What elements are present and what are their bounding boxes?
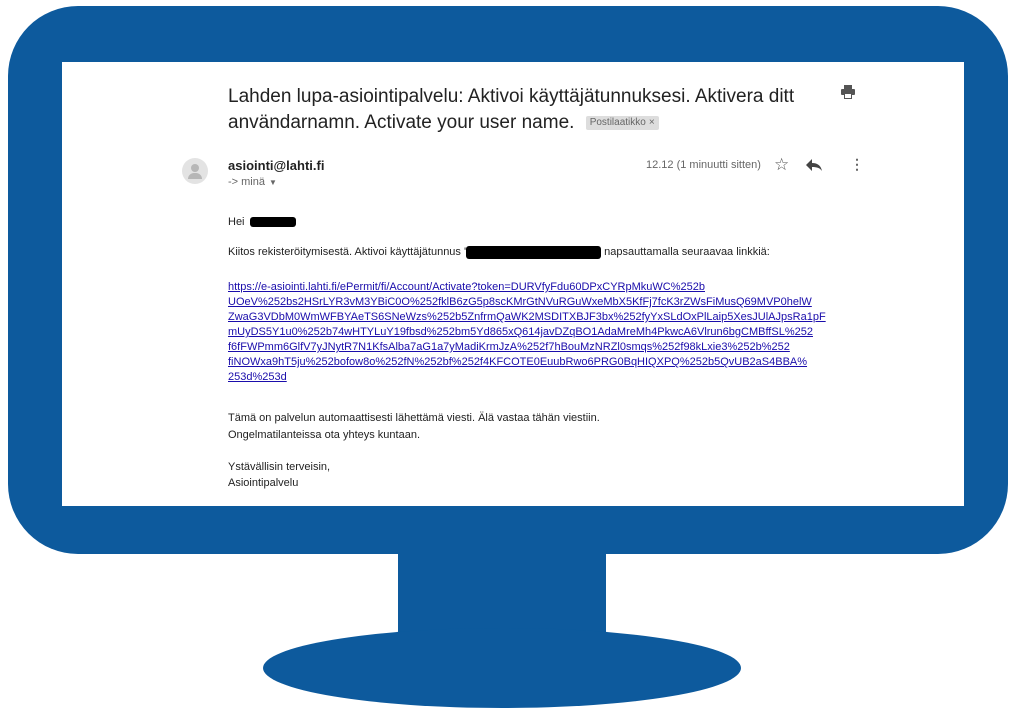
signature: Asiointipalvelu xyxy=(228,477,299,489)
recipient-text: -> minä xyxy=(228,176,265,188)
label-badge[interactable]: Postilaatikko × xyxy=(585,115,659,130)
avatar-head xyxy=(191,164,199,172)
redacted-name xyxy=(249,217,296,228)
link-line[interactable]: ZwaG3VDbM0WmWFBYAeTS6SNeWzs%252b5ZnfrmQa… xyxy=(228,310,840,325)
activation-link[interactable]: https://e-asiointi.lahti.fi/ePermit/fi/A… xyxy=(228,280,840,385)
monitor-frame: Lahden lupa-asiointipalvelu: Aktivoi käy… xyxy=(8,6,1008,554)
thanks-prefix: Kiitos rekisteröitymisestä. Aktivoi käyt… xyxy=(228,246,467,258)
recipient-dropdown[interactable]: -> minä ▼ xyxy=(228,176,277,188)
more-vertical-icon[interactable]: ⋮ xyxy=(850,157,864,171)
link-line[interactable]: https://e-asiointi.lahti.fi/ePermit/fi/A… xyxy=(228,280,840,295)
star-icon[interactable]: ☆ xyxy=(774,156,789,174)
sender-avatar-icon xyxy=(182,158,208,184)
monitor-base xyxy=(263,628,741,708)
thanks-line: Kiitos rekisteröitymisestä. Aktivoi käyt… xyxy=(228,245,770,260)
contact-line: Ongelmatilanteissa ota yhteys kuntaan. xyxy=(228,429,421,441)
thanks-suffix: napsauttamalla seuraavaa linkkiä: xyxy=(601,246,770,258)
greeting-line: Hei xyxy=(228,215,296,230)
auto-message-line: Tämä on palvelun automaattisesti lähettä… xyxy=(228,412,600,424)
link-line[interactable]: 253d%253d xyxy=(228,370,840,385)
label-badge-close-icon[interactable]: × xyxy=(649,117,655,128)
redacted-username xyxy=(466,245,602,259)
link-line[interactable]: UOeV%252bs2HSrLYR3vM3YBiC0O%252fklB6zG5p… xyxy=(228,295,840,310)
avatar-body xyxy=(188,173,202,179)
email-subject: Lahden lupa-asiointipalvelu: Aktivoi käy… xyxy=(228,84,818,136)
printer-icon[interactable] xyxy=(840,84,856,100)
greeting-text: Hei xyxy=(228,216,245,228)
email-screen: Lahden lupa-asiointipalvelu: Aktivoi käy… xyxy=(62,62,964,506)
label-badge-text: Postilaatikko xyxy=(589,116,646,128)
sender-address[interactable]: asiointi@lahti.fi xyxy=(228,158,324,173)
reply-icon[interactable] xyxy=(805,158,823,172)
chevron-down-icon[interactable]: ▼ xyxy=(269,178,277,187)
link-line[interactable]: f6fFWPmm6GlfV7yJNytR7N1KfsAlba7aG1a7yMad… xyxy=(228,340,840,355)
closing-greeting: Ystävällisin terveisin, xyxy=(228,461,331,473)
link-line[interactable]: mUyDS5Y1u0%252b74wHTYLuY19fbsd%252bm5Yd8… xyxy=(228,325,840,340)
email-subject-text: Lahden lupa-asiointipalvelu: Aktivoi käy… xyxy=(228,86,795,133)
link-line[interactable]: fiNOWxa9hT5ju%252bofow8o%252fN%252bf%252… xyxy=(228,355,840,370)
email-timestamp: 12.12 (1 minuutti sitten) xyxy=(646,159,761,171)
